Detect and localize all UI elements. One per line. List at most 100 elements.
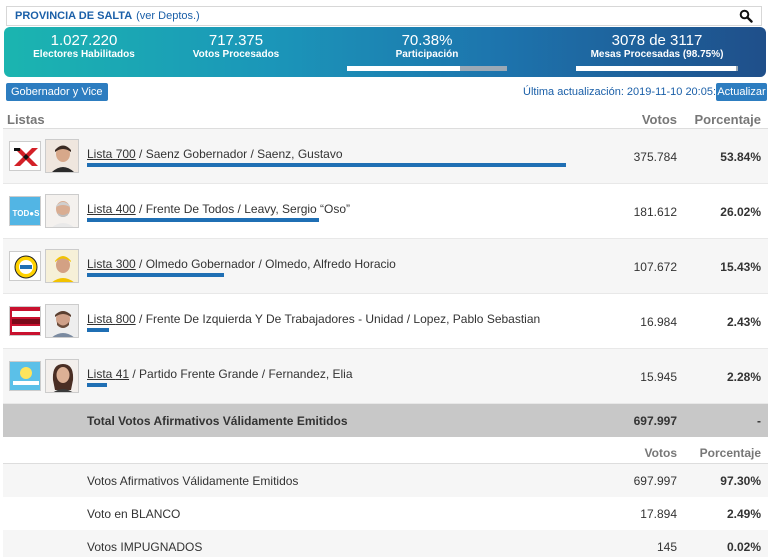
row-percentage: 26.02% xyxy=(720,205,761,219)
votos-value: 717.375 xyxy=(208,32,264,49)
search-icon[interactable] xyxy=(739,9,753,23)
results-list: Lista 700 / Saenz Gobernador / Saenz, Gu… xyxy=(3,129,768,404)
list-link[interactable]: Lista 700 xyxy=(87,147,136,161)
participacion-progress-bar xyxy=(347,66,507,71)
list-description[interactable]: Lista 800 / Frente De Izquierda Y De Tra… xyxy=(87,312,540,326)
mesas-label: Mesas Procesadas (98.75%) xyxy=(590,49,724,60)
summary-header-votos: Votos xyxy=(644,446,677,460)
row-votes: 375.784 xyxy=(633,150,677,164)
list-details: / Frente De Izquierda Y De Trabajadores … xyxy=(135,312,541,326)
total-label: Total Votos Afirmativos Válidamente Emit… xyxy=(87,414,348,428)
table-row: Lista 300 / Olmedo Gobernador / Olmedo, … xyxy=(3,239,768,294)
list-prefix: Lista xyxy=(87,257,116,271)
list-prefix: Lista xyxy=(87,367,116,381)
candidate-photo-icon xyxy=(45,139,79,173)
mesas-progress-bar xyxy=(576,66,738,71)
province-name: PROVINCIA DE SALTA xyxy=(15,10,133,22)
mesas-value: 3078 de 3117 xyxy=(611,32,703,49)
results-header: Listas Votos Porcentaje xyxy=(0,109,768,129)
row-percentage: 53.84% xyxy=(720,150,761,164)
list-prefix: Lista xyxy=(87,202,116,216)
stat-votos: 717.375 Votos Procesados xyxy=(176,33,296,61)
row-votes: 16.984 xyxy=(640,315,677,329)
cargo-selector-button[interactable]: Gobernador y Vice xyxy=(6,83,108,101)
summary-label: Votos Afirmativos Válidamente Emitidos xyxy=(87,474,299,488)
candidate-photo-icon xyxy=(45,194,79,228)
row-votes: 107.672 xyxy=(633,260,677,274)
province-search-bar[interactable]: PROVINCIA DE SALTA (ver Deptos.) xyxy=(6,6,762,26)
summary-header: Votos Porcentaje xyxy=(0,446,768,462)
header-votos: Votos xyxy=(641,112,677,127)
header-porcentaje: Porcentaje xyxy=(694,112,761,127)
list-link[interactable]: Lista 300 xyxy=(87,257,136,271)
list-details: / Frente De Todos / Leavy, Sergio “Oso” xyxy=(135,202,351,216)
row-percentage: 2.28% xyxy=(726,370,761,384)
votos-label: Votos Procesados xyxy=(192,49,280,60)
row-percentage: 2.43% xyxy=(726,315,761,329)
list-number: 300 xyxy=(115,257,136,271)
summary-percentage: 97.30% xyxy=(720,474,761,488)
participacion-value: 70.38% xyxy=(401,32,453,49)
list-description[interactable]: Lista 400 / Frente De Todos / Leavy, Ser… xyxy=(87,202,350,216)
summary-label: Votos IMPUGNADOS xyxy=(87,540,203,554)
participacion-label: Participación xyxy=(395,49,459,60)
row-votes: 15.945 xyxy=(640,370,677,384)
vote-share-bar xyxy=(87,163,566,167)
summary-percentage: 0.02% xyxy=(726,540,761,554)
participacion-progress-fill xyxy=(347,66,460,71)
party-logo-icon xyxy=(9,251,41,281)
list-details: / Partido Frente Grande / Fernandez, Eli… xyxy=(129,367,353,381)
candidate-photo-icon xyxy=(45,249,79,283)
list-prefix: Lista xyxy=(87,312,116,326)
list-number: 700 xyxy=(115,147,136,161)
row-percentage: 15.43% xyxy=(720,260,761,274)
summary-header-porcentaje: Porcentaje xyxy=(699,446,761,460)
stat-mesas: 3078 de 3117 Mesas Procesadas (98.75%) xyxy=(576,33,738,61)
total-percentage: - xyxy=(757,414,761,428)
electores-value: 1.027.220 xyxy=(50,32,118,49)
list-link[interactable]: Lista 400 xyxy=(87,202,136,216)
stat-participacion: 70.38% Participación xyxy=(347,33,507,61)
svg-text:TOD●S: TOD●S xyxy=(13,209,41,218)
list-link[interactable]: Lista 800 xyxy=(87,312,136,326)
list-number: 41 xyxy=(115,367,130,381)
vote-share-bar xyxy=(87,328,109,332)
list-description[interactable]: Lista 41 / Partido Frente Grande / Ferna… xyxy=(87,367,353,381)
list-description[interactable]: Lista 300 / Olmedo Gobernador / Olmedo, … xyxy=(87,257,396,271)
last-updated-text: Última actualización: 2019-11-10 20:05:0… xyxy=(523,86,729,98)
total-row: Total Votos Afirmativos Válidamente Emit… xyxy=(3,404,768,437)
candidate-photo-icon xyxy=(45,304,79,338)
vote-share-bar xyxy=(87,218,319,222)
table-row: Lista 41 / Partido Frente Grande / Ferna… xyxy=(3,349,768,404)
party-logo-icon xyxy=(9,141,41,171)
table-row: TOD●S Lista 400 / Frente De Todos / Leav… xyxy=(3,184,768,239)
electores-label: Electores Habilitados xyxy=(33,49,135,60)
summary-percentage: 2.49% xyxy=(726,507,761,521)
list-description[interactable]: Lista 700 / Saenz Gobernador / Saenz, Gu… xyxy=(87,147,343,161)
party-logo-icon xyxy=(9,361,41,391)
vote-share-bar xyxy=(87,383,107,387)
header-listas: Listas xyxy=(7,112,45,127)
mesas-progress-fill xyxy=(576,66,736,71)
list-prefix: Lista xyxy=(87,147,116,161)
total-votes: 697.997 xyxy=(633,414,677,428)
vote-share-bar xyxy=(87,273,224,277)
summary-votes: 17.894 xyxy=(640,507,677,521)
row-votes: 181.612 xyxy=(633,205,677,219)
refresh-button[interactable]: Actualizar xyxy=(716,83,767,101)
list-details: / Saenz Gobernador / Saenz, Gustavo xyxy=(135,147,343,161)
table-row: Lista 800 / Frente De Izquierda Y De Tra… xyxy=(3,294,768,349)
stats-banner: 1.027.220 Electores Habilitados 717.375 … xyxy=(4,27,766,77)
summary-label: Voto en BLANCO xyxy=(87,507,181,521)
summary-list: Votos Afirmativos Válidamente Emitidos 6… xyxy=(3,464,768,557)
list-link[interactable]: Lista 41 xyxy=(87,367,129,381)
summary-votes: 697.997 xyxy=(633,474,677,488)
summary-row: Votos IMPUGNADOS 145 0.02% xyxy=(3,530,768,557)
list-details: / Olmedo Gobernador / Olmedo, Alfredo Ho… xyxy=(135,257,396,271)
party-logo-icon: TOD●S xyxy=(9,196,41,226)
view-departments-link[interactable]: (ver Deptos.) xyxy=(136,10,200,22)
summary-row: Votos Afirmativos Válidamente Emitidos 6… xyxy=(3,464,768,497)
summary-row: Voto en BLANCO 17.894 2.49% xyxy=(3,497,768,530)
stat-electores: 1.027.220 Electores Habilitados xyxy=(24,33,144,61)
list-number: 800 xyxy=(115,312,136,326)
